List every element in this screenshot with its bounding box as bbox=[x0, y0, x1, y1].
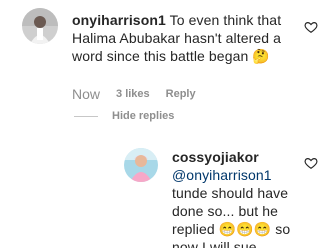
reply-avatar-image bbox=[124, 148, 158, 182]
reply-body: cossyojiakor @onyiharrison1 tunde should… bbox=[172, 148, 292, 248]
reply-button[interactable]: Reply bbox=[166, 88, 196, 100]
reply-username[interactable]: cossyojiakor bbox=[172, 148, 292, 166]
reply-mention[interactable]: @onyiharrison1 bbox=[172, 167, 272, 183]
reply-text: tunde should have done so... but he repl… bbox=[172, 185, 291, 248]
hide-replies-label: Hide replies bbox=[112, 110, 175, 122]
comment-meta: Now 3 likes Reply bbox=[72, 86, 196, 102]
comment-body: onyiharrison1 To even think that Halima … bbox=[72, 11, 312, 65]
avatar-image bbox=[22, 8, 58, 44]
comment-thread: onyiharrison1 To even think that Halima … bbox=[0, 0, 335, 248]
reply-avatar[interactable] bbox=[124, 148, 158, 182]
avatar[interactable] bbox=[22, 8, 58, 44]
comment-likes[interactable]: 3 likes bbox=[116, 88, 150, 100]
heart-icon[interactable] bbox=[304, 20, 318, 34]
comment-time: Now bbox=[72, 86, 101, 102]
hide-replies-button[interactable]: Hide replies bbox=[74, 110, 174, 122]
heart-icon[interactable] bbox=[304, 156, 318, 170]
comment-username[interactable]: onyiharrison1 bbox=[72, 12, 166, 28]
hide-replies-line bbox=[74, 115, 98, 117]
